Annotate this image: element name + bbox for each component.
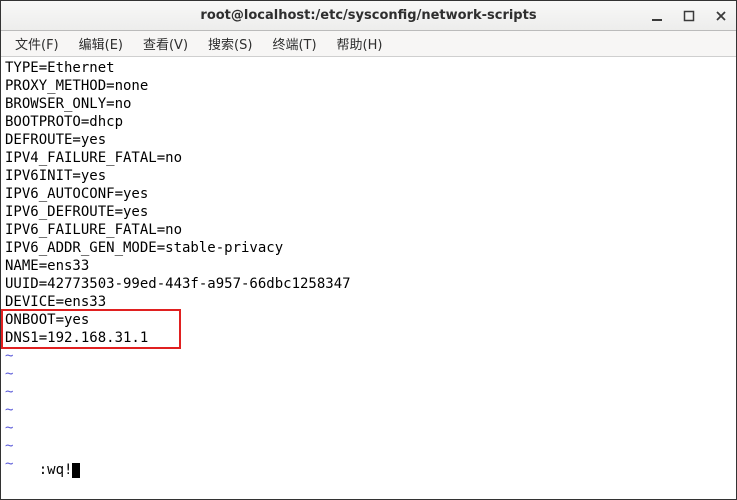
file-line: DEFROUTE=yes [5, 131, 732, 149]
minimize-button[interactable] [650, 9, 664, 23]
file-line: DEVICE=ens33 [5, 293, 732, 311]
maximize-button[interactable] [682, 9, 696, 23]
cursor-icon [72, 463, 80, 478]
empty-line-marker: ~ [5, 455, 732, 473]
file-line: PROXY_METHOD=none [5, 77, 732, 95]
file-line: NAME=ens33 [5, 257, 732, 275]
menu-search[interactable]: 搜索(S) [200, 31, 260, 56]
empty-line-marker: ~ [5, 437, 732, 455]
file-line: BROWSER_ONLY=no [5, 95, 732, 113]
close-button[interactable] [714, 9, 728, 23]
command-text: :wq! [39, 462, 73, 478]
file-line: UUID=42773503-99ed-443f-a957-66dbc125834… [5, 275, 732, 293]
empty-line-marker: ~ [5, 365, 732, 383]
empty-line-marker: ~ [5, 383, 732, 401]
window-title: root@localhost:/etc/sysconfig/network-sc… [1, 8, 736, 23]
menu-terminal[interactable]: 终端(T) [264, 31, 324, 56]
window-titlebar: root@localhost:/etc/sysconfig/network-sc… [1, 1, 736, 31]
file-line: IPV6_ADDR_GEN_MODE=stable-privacy [5, 239, 732, 257]
file-line: TYPE=Ethernet [5, 59, 732, 77]
file-line: IPV6_DEFROUTE=yes [5, 203, 732, 221]
empty-line-marker: ~ [5, 347, 732, 365]
file-line: ONBOOT=yes [5, 311, 732, 329]
editor-empty-lines: ~~~~~~~ [5, 347, 732, 497]
menu-edit[interactable]: 编辑(E) [71, 31, 131, 56]
menu-file[interactable]: 文件(F) [7, 31, 67, 56]
menubar: 文件(F) 编辑(E) 查看(V) 搜索(S) 终端(T) 帮助(H) [1, 31, 736, 57]
editor-content: TYPE=EthernetPROXY_METHOD=noneBROWSER_ON… [5, 59, 732, 347]
empty-line-marker: ~ [5, 419, 732, 437]
empty-line-marker: ~ [5, 401, 732, 419]
file-line: IPV4_FAILURE_FATAL=no [5, 149, 732, 167]
file-line: DNS1=192.168.31.1 [5, 329, 732, 347]
vim-command-line: :wq! [5, 443, 80, 497]
terminal-area[interactable]: TYPE=EthernetPROXY_METHOD=noneBROWSER_ON… [1, 57, 736, 499]
file-line: BOOTPROTO=dhcp [5, 113, 732, 131]
file-line: IPV6_AUTOCONF=yes [5, 185, 732, 203]
menu-view[interactable]: 查看(V) [135, 31, 196, 56]
file-line: IPV6_FAILURE_FATAL=no [5, 221, 732, 239]
menu-help[interactable]: 帮助(H) [329, 31, 391, 56]
file-line: IPV6INIT=yes [5, 167, 732, 185]
window-controls [650, 9, 728, 23]
